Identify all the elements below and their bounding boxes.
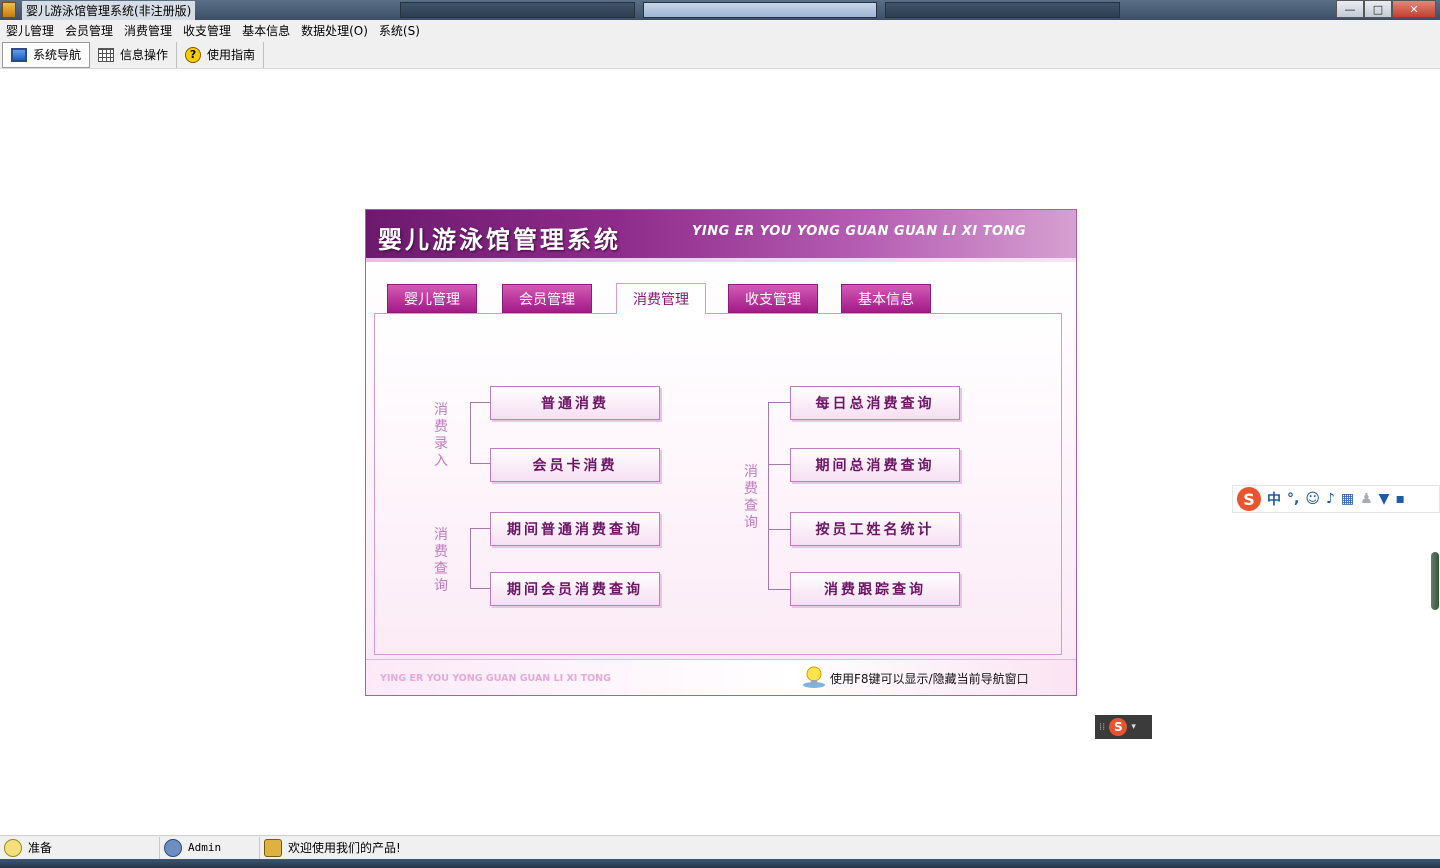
- microphone-icon[interactable]: ♪: [1326, 491, 1335, 507]
- status-user-cell: Admin: [160, 836, 260, 859]
- title-bar: 婴儿游泳馆管理系统(非注册版) — □ ✕: [0, 0, 1440, 20]
- background-tab: [400, 2, 635, 18]
- sogou-logo-icon: S: [1109, 718, 1128, 736]
- menu-data-processing[interactable]: 数据处理(O): [299, 22, 377, 39]
- bracket-tick: [768, 529, 790, 530]
- nav-subtitle: YING ER YOU YONG GUAN GUAN LI XI TONG: [692, 224, 1027, 239]
- period-total-query-button[interactable]: 期间总消费查询: [790, 448, 960, 482]
- os-taskbar: [0, 859, 1440, 868]
- tab-content: 消费录入 普通消费 会员卡消费 消费查询 期间普通消费查询 期间会员消费查询 消…: [374, 313, 1062, 655]
- group-bracket: [470, 528, 490, 589]
- emoji-icon[interactable]: ☺: [1305, 491, 1320, 507]
- menu-member-management[interactable]: 会员管理: [63, 22, 122, 39]
- tool-label: 使用指南: [207, 48, 256, 62]
- window-controls: — □ ✕: [1336, 0, 1436, 18]
- tab-baby-management[interactable]: 婴儿管理: [387, 284, 477, 313]
- app-icon: [2, 2, 16, 18]
- group-label-consumption-query: 消费查询: [434, 527, 448, 594]
- background-tab: [642, 2, 878, 18]
- close-button[interactable]: ✕: [1392, 0, 1436, 18]
- info-operation-button[interactable]: 信息操作: [90, 41, 178, 68]
- user-avatar-icon: [164, 838, 182, 857]
- nav-title: 婴儿游泳馆管理系统: [378, 226, 621, 254]
- keyboard-icon[interactable]: ▦: [1341, 491, 1354, 507]
- status-text: 准备: [28, 841, 53, 855]
- system-navigation-button[interactable]: 系统导航: [2, 41, 91, 68]
- menu-system[interactable]: 系统(S): [377, 22, 429, 39]
- navigation-panel: 婴儿游泳馆管理系统 YING ER YOU YONG GUAN GUAN LI …: [365, 209, 1077, 696]
- regular-consumption-button[interactable]: 普通消费: [490, 386, 660, 420]
- footer-english-name: YING ER YOU YONG GUAN GUAN LI XI TONG: [380, 673, 611, 684]
- background-window-tabs: [400, 2, 1121, 18]
- menu-income-expense[interactable]: 收支管理: [181, 22, 240, 39]
- side-scroll-handle[interactable]: [1431, 552, 1439, 610]
- tab-member-management[interactable]: 会员管理: [502, 284, 592, 313]
- toolbar: 系统导航 信息操作 ? 使用指南: [0, 41, 1440, 69]
- status-bulb-icon: [4, 838, 22, 857]
- background-tab: [885, 2, 1121, 18]
- period-member-query-button[interactable]: 期间会员消费查询: [490, 572, 660, 606]
- nav-header: 婴儿游泳馆管理系统 YING ER YOU YONG GUAN GUAN LI …: [366, 210, 1076, 262]
- tab-income-expense[interactable]: 收支管理: [728, 284, 818, 313]
- ime-mini-bar[interactable]: ⁞⁞ S ▾: [1095, 715, 1152, 739]
- user-icon[interactable]: ♟: [1360, 491, 1373, 507]
- toolbox-icon[interactable]: ▪: [1395, 491, 1405, 507]
- lightbulb-icon: [803, 666, 825, 688]
- status-message-cell: 欢迎使用我们的产品!: [260, 837, 401, 859]
- user-guide-button[interactable]: ? 使用指南: [177, 41, 265, 68]
- monitor-icon: [11, 47, 27, 62]
- member-card-consumption-button[interactable]: 会员卡消费: [490, 448, 660, 482]
- tool-label: 信息操作: [120, 48, 169, 62]
- tab-consumption-management[interactable]: 消费管理: [616, 283, 706, 314]
- maximize-button[interactable]: □: [1364, 0, 1392, 18]
- ime-toolbar[interactable]: S 中 °, ☺ ♪ ▦ ♟ ▼ ▪: [1232, 485, 1440, 513]
- menu-consumption-management[interactable]: 消费管理: [122, 22, 181, 39]
- menu-basic-info[interactable]: 基本信息: [240, 22, 299, 39]
- status-bar: 准备 Admin 欢迎使用我们的产品!: [0, 835, 1440, 859]
- minimize-button[interactable]: —: [1336, 0, 1364, 18]
- f8-hint: 使用F8键可以显示/隐藏当前导航窗口: [830, 672, 1029, 686]
- menu-bar: 婴儿管理 会员管理 消费管理 收支管理 基本信息 数据处理(O) 系统(S): [0, 20, 1440, 41]
- consumption-tracking-query-button[interactable]: 消费跟踪查询: [790, 572, 960, 606]
- menu-baby-management[interactable]: 婴儿管理: [4, 22, 63, 39]
- skin-icon[interactable]: ▼: [1379, 491, 1390, 507]
- group-bracket: [470, 402, 490, 464]
- nav-body: 婴儿管理 会员管理 消费管理 收支管理 基本信息 消费录入 普通消费 会员卡消费…: [366, 262, 1076, 659]
- people-icon: [264, 838, 282, 857]
- status-message: 欢迎使用我们的产品!: [288, 841, 401, 855]
- tool-label: 系统导航: [33, 48, 82, 62]
- nav-footer: YING ER YOU YONG GUAN GUAN LI XI TONG 使用…: [366, 659, 1076, 695]
- group-label-consumption-entry: 消费录入: [434, 402, 448, 469]
- status-ready-cell: 准备: [0, 836, 160, 859]
- ime-mode-indicator[interactable]: 中: [1267, 489, 1281, 509]
- chevron-down-icon[interactable]: ▾: [1131, 722, 1136, 732]
- drag-handle-icon[interactable]: ⁞⁞: [1099, 722, 1105, 733]
- tab-basic-info[interactable]: 基本信息: [841, 284, 931, 313]
- sogou-logo-icon: S: [1237, 487, 1261, 511]
- employee-name-stats-button[interactable]: 按员工姓名统计: [790, 512, 960, 546]
- bracket-tick: [768, 464, 790, 465]
- group-bracket: [768, 402, 790, 590]
- period-regular-query-button[interactable]: 期间普通消费查询: [490, 512, 660, 546]
- help-icon: ?: [185, 46, 202, 63]
- daily-total-query-button[interactable]: 每日总消费查询: [790, 386, 960, 420]
- group-label-consumption-query-right: 消费查询: [744, 464, 758, 531]
- window-title: 婴儿游泳馆管理系统(非注册版): [22, 0, 196, 20]
- punctuation-icon[interactable]: °,: [1287, 491, 1299, 507]
- status-user: Admin: [188, 841, 222, 854]
- grid-icon: [98, 47, 115, 62]
